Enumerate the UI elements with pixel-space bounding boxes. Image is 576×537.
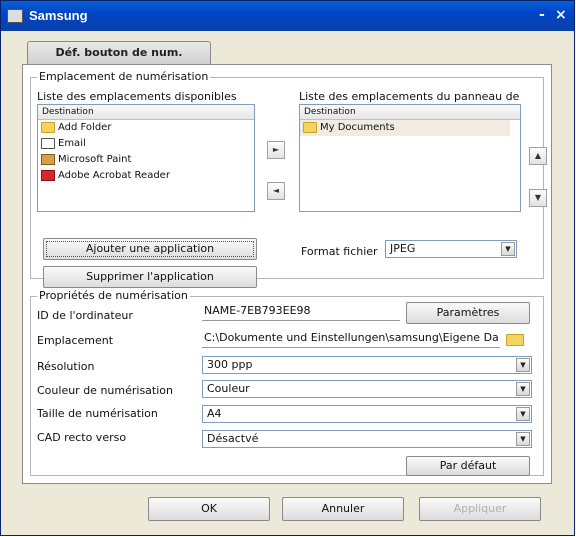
- list-item-adobe-acrobat-reader[interactable]: Adobe Acrobat Reader: [38, 168, 254, 184]
- panel-list-label: Liste des emplacements du panneau de: [299, 90, 520, 103]
- app-icon: [7, 9, 23, 23]
- scan-color-select[interactable]: Couleur ▼: [202, 380, 532, 398]
- move-up-button[interactable]: ▲: [529, 147, 547, 165]
- apply-button[interactable]: Appliquer: [419, 497, 541, 521]
- list-item-label: Microsoft Paint: [58, 154, 132, 165]
- chevron-down-icon[interactable]: ▼: [501, 242, 515, 256]
- paint-icon: [41, 154, 55, 165]
- scan-properties-group: Propriétés de numérisation ID de l'ordin…: [30, 289, 544, 476]
- list-item-label: Adobe Acrobat Reader: [58, 170, 170, 181]
- tab-panel: Emplacement de numérisation Liste des em…: [22, 64, 552, 484]
- window-title: Samsung: [29, 8, 88, 23]
- scan-location-legend: Emplacement de numérisation: [37, 70, 211, 83]
- scan-size-value: A4: [207, 407, 222, 420]
- list-item-add-folder[interactable]: Add Folder: [38, 120, 254, 136]
- scan-properties-legend: Propriétés de numérisation: [37, 289, 190, 302]
- browse-folder-icon[interactable]: [506, 334, 524, 346]
- chevron-down-icon[interactable]: ▼: [516, 432, 530, 446]
- list-item-label: My Documents: [320, 122, 395, 133]
- list-item-my-documents[interactable]: My Documents: [300, 120, 510, 136]
- computer-id-label: ID de l'ordinateur: [37, 309, 133, 322]
- available-locations-list[interactable]: Destination Add Folder Email Microsoft P…: [37, 104, 255, 212]
- cancel-button[interactable]: Annuler: [282, 497, 404, 521]
- scan-location-group: Emplacement de numérisation Liste des em…: [30, 70, 547, 288]
- resolution-select[interactable]: 300 ppp ▼: [202, 356, 532, 374]
- dialog-window: Samsung - × Déf. bouton de num. Emplacem…: [0, 0, 575, 536]
- mail-icon: [41, 138, 55, 149]
- folder-icon: [41, 122, 55, 133]
- chevron-down-icon[interactable]: ▼: [516, 407, 530, 421]
- tab-scan-button-settings[interactable]: Déf. bouton de num.: [27, 41, 211, 65]
- add-application-button[interactable]: Ajouter une application: [43, 238, 257, 260]
- minimize-button[interactable]: -: [539, 7, 545, 23]
- move-right-button[interactable]: ►: [267, 141, 285, 159]
- default-button[interactable]: Par défaut: [406, 456, 530, 476]
- pdf-icon: [41, 170, 55, 181]
- ok-button[interactable]: OK: [148, 497, 270, 521]
- duplex-label: CAD recto verso: [37, 431, 127, 444]
- available-list-label: Liste des emplacements disponibles: [37, 90, 237, 103]
- folder-icon: [303, 122, 317, 133]
- resolution-value: 300 ppp: [207, 358, 253, 371]
- file-format-label: Format fichier: [301, 245, 378, 258]
- available-column-header[interactable]: Destination: [38, 105, 254, 120]
- scan-size-label: Taille de numérisation: [37, 407, 158, 420]
- scan-color-label: Couleur de numérisation: [37, 384, 173, 397]
- file-format-select[interactable]: JPEG ▼: [385, 240, 517, 258]
- close-button[interactable]: ×: [555, 7, 567, 23]
- file-format-value: JPEG: [390, 242, 416, 255]
- duplex-value: Désactvé: [207, 432, 259, 445]
- list-item-microsoft-paint[interactable]: Microsoft Paint: [38, 152, 254, 168]
- panel-column-header[interactable]: Destination: [300, 105, 520, 120]
- duplex-select[interactable]: Désactvé ▼: [202, 430, 532, 448]
- location-field[interactable]: C:\Dokumente und Einstellungen\samsung\E…: [202, 329, 500, 348]
- settings-button[interactable]: Paramètres: [406, 302, 530, 324]
- location-label: Emplacement: [37, 334, 114, 347]
- chevron-down-icon[interactable]: ▼: [516, 382, 530, 396]
- panel-locations-list[interactable]: Destination My Documents: [299, 104, 521, 212]
- move-left-button[interactable]: ◄: [267, 182, 285, 200]
- list-item-email[interactable]: Email: [38, 136, 254, 152]
- list-item-label: Email: [58, 138, 86, 149]
- resolution-label: Résolution: [37, 360, 95, 373]
- scan-color-value: Couleur: [207, 382, 250, 395]
- computer-id-field[interactable]: NAME-7EB793EE98: [202, 302, 400, 321]
- scan-size-select[interactable]: A4 ▼: [202, 405, 532, 423]
- remove-application-button[interactable]: Supprimer l'application: [43, 266, 257, 288]
- list-item-label: Add Folder: [58, 122, 112, 133]
- chevron-down-icon[interactable]: ▼: [516, 358, 530, 372]
- title-bar[interactable]: Samsung - ×: [1, 1, 574, 31]
- move-down-button[interactable]: ▼: [529, 189, 547, 207]
